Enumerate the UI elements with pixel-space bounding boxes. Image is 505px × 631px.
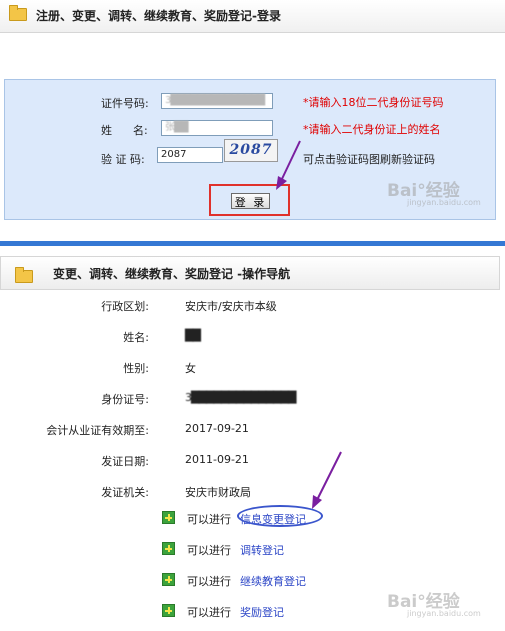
name-label: 姓 名: xyxy=(101,124,148,137)
id-number-value: 3██████████████ xyxy=(165,95,265,106)
plus-icon xyxy=(162,511,175,524)
login-button-highlight: 登 录 xyxy=(209,184,290,216)
captcha-image[interactable]: 2087 xyxy=(224,139,278,162)
captcha-input[interactable]: 2087 xyxy=(157,147,223,163)
section-divider xyxy=(0,241,505,246)
id-number-hint: *请输入18位二代身份证号码 xyxy=(303,96,444,109)
action-prefix: 可以进行 xyxy=(187,575,231,588)
reward-link[interactable]: 奖励登记 xyxy=(240,604,284,620)
folder-icon xyxy=(15,267,33,283)
certificate-expiry-label: 会计从业证有效期至: xyxy=(46,424,149,437)
id-number-label: 证件号码: xyxy=(101,97,149,110)
arrow-head-icon xyxy=(312,495,322,509)
captcha-value: 2087 xyxy=(161,149,187,160)
captcha-hint: 可点击验证码图刷新验证码 xyxy=(303,153,435,166)
nav-panel-header: 变更、调转、继续教育、奖励登记 -操作导航 xyxy=(0,256,500,290)
highlight-ellipse xyxy=(237,505,323,527)
gender-label: 性别: xyxy=(123,362,149,375)
action-prefix: 可以进行 xyxy=(187,544,231,557)
captcha-label: 验 证 码: xyxy=(101,153,145,166)
continuing-education-link[interactable]: 继续教育登记 xyxy=(240,573,306,589)
issue-date-label: 发证日期: xyxy=(101,455,149,468)
issue-date-value: 2011-09-21 xyxy=(185,453,249,466)
baidu-watermark-domain: jingyan.baidu.com xyxy=(407,609,481,618)
name-field-label: 姓名: xyxy=(123,331,149,344)
issuing-authority-value: 安庆市财政局 xyxy=(185,486,251,499)
folder-icon xyxy=(9,5,27,21)
gender-value: 女 xyxy=(185,362,196,375)
plus-icon xyxy=(162,604,175,617)
region-value: 安庆市/安庆市本级 xyxy=(185,300,277,313)
plus-icon xyxy=(162,573,175,586)
name-value: 张██ xyxy=(165,122,188,133)
region-label: 行政区划: xyxy=(101,300,149,313)
id-card-label: 身份证号: xyxy=(101,393,149,406)
annotation-arrow-change xyxy=(316,451,342,501)
certificate-expiry-value: 2017-09-21 xyxy=(185,422,249,435)
action-prefix: 可以进行 xyxy=(187,513,231,526)
id-number-input[interactable]: 3██████████████ xyxy=(161,93,273,109)
transfer-link[interactable]: 调转登记 xyxy=(240,542,284,558)
action-prefix: 可以进行 xyxy=(187,606,231,619)
issuing-authority-label: 发证机关: xyxy=(101,486,149,499)
login-button[interactable]: 登 录 xyxy=(231,193,270,209)
login-panel-title: 注册、变更、调转、继续教育、奖励登记-登录 xyxy=(36,9,281,23)
nav-panel-title: 变更、调转、继续教育、奖励登记 -操作导航 xyxy=(53,267,291,281)
login-panel-header: 注册、变更、调转、继续教育、奖励登记-登录 xyxy=(0,0,505,33)
name-field-value: ██ xyxy=(185,329,201,342)
name-input[interactable]: 张██ xyxy=(161,120,273,136)
name-hint: *请输入二代身份证上的姓名 xyxy=(303,123,441,136)
plus-icon xyxy=(162,542,175,555)
id-card-value: 3██████████████ xyxy=(185,391,296,404)
baidu-watermark-domain: jingyan.baidu.com xyxy=(407,198,481,207)
